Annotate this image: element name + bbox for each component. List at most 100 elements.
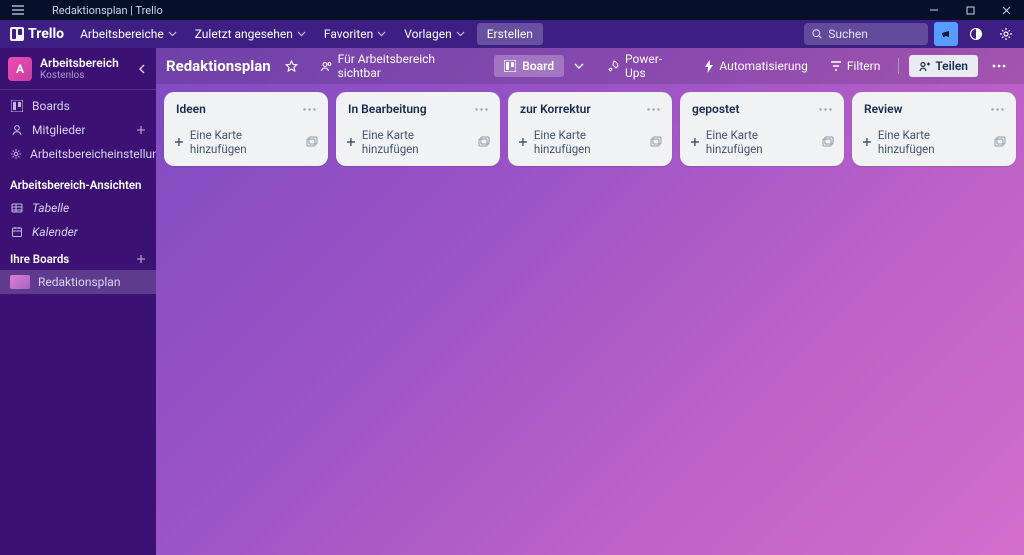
window-maximize-button[interactable] [952, 0, 988, 20]
add-card-button[interactable]: Eine Karte hinzufügen [170, 124, 322, 160]
nav-workspaces[interactable]: Arbeitsbereiche [74, 23, 183, 45]
list-menu-button[interactable] [819, 108, 832, 111]
add-card-label: Eine Karte hinzufügen [878, 128, 988, 156]
filter-icon [830, 61, 842, 71]
filters-button[interactable]: Filtern [822, 55, 888, 77]
app-menu-button[interactable] [0, 0, 36, 20]
members-icon [10, 124, 24, 136]
nav-templates[interactable]: Vorlagen [398, 23, 470, 45]
list-title[interactable]: Ideen [176, 102, 206, 116]
table-icon [10, 202, 24, 214]
window-close-button[interactable] [988, 0, 1024, 20]
plus-icon [518, 137, 528, 147]
theme-button[interactable] [964, 22, 988, 46]
filters-label: Filtern [847, 59, 880, 73]
search-box[interactable] [804, 23, 928, 45]
sidebar-item-label: Kalender [32, 225, 78, 239]
sidebar-board-label: Redaktionsplan [38, 275, 120, 289]
list: gepostet Eine Karte hinzufügen [680, 92, 844, 166]
add-card-button[interactable]: Eine Karte hinzufügen [858, 124, 1010, 160]
board-canvas[interactable]: Ideen Eine Karte hinzufügen In Bearbeitu… [156, 84, 1024, 555]
plus-icon [174, 137, 184, 147]
sidebar-heading-boards: Ihre Boards [0, 244, 156, 270]
board-title[interactable]: Redaktionsplan [166, 57, 271, 75]
add-card-button[interactable]: Eine Karte hinzufügen [686, 124, 838, 160]
bolt-icon [704, 60, 714, 73]
card-template-button[interactable] [994, 136, 1006, 148]
view-switch-more[interactable] [570, 59, 588, 73]
top-nav: Trello Arbeitsbereiche Zuletzt angesehen… [0, 20, 1024, 48]
nav-recent[interactable]: Zuletzt angesehen [189, 23, 312, 45]
rocket-icon [608, 60, 620, 72]
search-input[interactable] [828, 27, 920, 41]
notifications-button[interactable] [934, 22, 958, 46]
create-button[interactable]: Erstellen [477, 23, 543, 45]
trello-logo-icon [10, 27, 24, 41]
add-card-label: Eine Karte hinzufügen [362, 128, 472, 156]
list-menu-button[interactable] [647, 108, 660, 111]
nav-templates-label: Vorlagen [404, 27, 451, 41]
sidebar-collapse-button[interactable] [132, 59, 152, 79]
user-plus-icon [919, 61, 930, 72]
star-board-button[interactable] [277, 56, 306, 77]
add-member-button[interactable] [136, 125, 146, 135]
add-card-button[interactable]: Eine Karte hinzufügen [342, 124, 494, 160]
template-icon [822, 136, 834, 148]
sidebar-view-calendar[interactable]: Kalender [0, 220, 156, 244]
sidebar-item-label: Boards [32, 99, 70, 113]
list-title[interactable]: Review [864, 102, 902, 116]
sidebar-item-members[interactable]: Mitglieder [0, 118, 156, 142]
calendar-icon [10, 226, 24, 238]
list-menu-button[interactable] [991, 108, 1004, 111]
settings-button[interactable] [994, 22, 1018, 46]
plus-icon [136, 254, 146, 264]
chevron-down-icon [297, 31, 306, 37]
plus-icon [346, 137, 356, 147]
list-menu-button[interactable] [475, 108, 488, 111]
automation-button[interactable]: Automatisierung [696, 55, 815, 77]
people-icon [320, 60, 333, 73]
chevron-down-icon [377, 31, 386, 37]
more-icon [647, 108, 660, 111]
more-icon [991, 108, 1004, 111]
view-switch[interactable]: Board [494, 55, 564, 77]
card-template-button[interactable] [306, 136, 318, 148]
plus-icon [862, 137, 872, 147]
add-card-label: Eine Karte hinzufügen [534, 128, 644, 156]
card-template-button[interactable] [822, 136, 834, 148]
list-title[interactable]: In Bearbeitung [348, 102, 427, 116]
view-switch-label: Board [522, 59, 554, 73]
card-template-button[interactable] [478, 136, 490, 148]
list-title[interactable]: gepostet [692, 102, 740, 116]
maximize-icon [966, 6, 975, 15]
sidebar-item-ws-settings[interactable]: Arbeitsbereicheinstellungen [0, 142, 156, 166]
visibility-button[interactable]: Für Arbeitsbereich sichtbar [312, 48, 489, 84]
sidebar-view-table[interactable]: Tabelle [0, 196, 156, 220]
sidebar-item-boards[interactable]: Boards [0, 94, 156, 118]
list-menu-button[interactable] [303, 108, 316, 111]
list: Ideen Eine Karte hinzufügen [164, 92, 328, 166]
template-icon [306, 136, 318, 148]
board-icon [504, 60, 516, 72]
nav-workspaces-label: Arbeitsbereiche [80, 27, 164, 41]
more-icon [303, 108, 316, 111]
nav-favorites[interactable]: Favoriten [318, 23, 392, 45]
minimize-icon [929, 5, 939, 15]
add-card-button[interactable]: Eine Karte hinzufügen [514, 124, 666, 160]
board-menu-button[interactable] [984, 60, 1014, 72]
powerups-button[interactable]: Power-Ups [600, 48, 690, 84]
card-template-button[interactable] [650, 136, 662, 148]
share-label: Teilen [935, 59, 968, 73]
window-minimize-button[interactable] [916, 0, 952, 20]
template-icon [650, 136, 662, 148]
chevron-down-icon [456, 31, 465, 37]
workspace-header[interactable]: A Arbeitsbereich Kostenlos [0, 48, 156, 90]
add-board-button[interactable] [136, 254, 146, 264]
brand-logo[interactable]: Trello [6, 24, 68, 44]
list-title[interactable]: zur Korrektur [520, 102, 591, 116]
share-button[interactable]: Teilen [909, 55, 978, 77]
plus-icon [136, 125, 146, 135]
sidebar-board-item[interactable]: Redaktionsplan [0, 270, 156, 294]
star-icon [285, 60, 298, 73]
gear-icon [999, 27, 1013, 41]
